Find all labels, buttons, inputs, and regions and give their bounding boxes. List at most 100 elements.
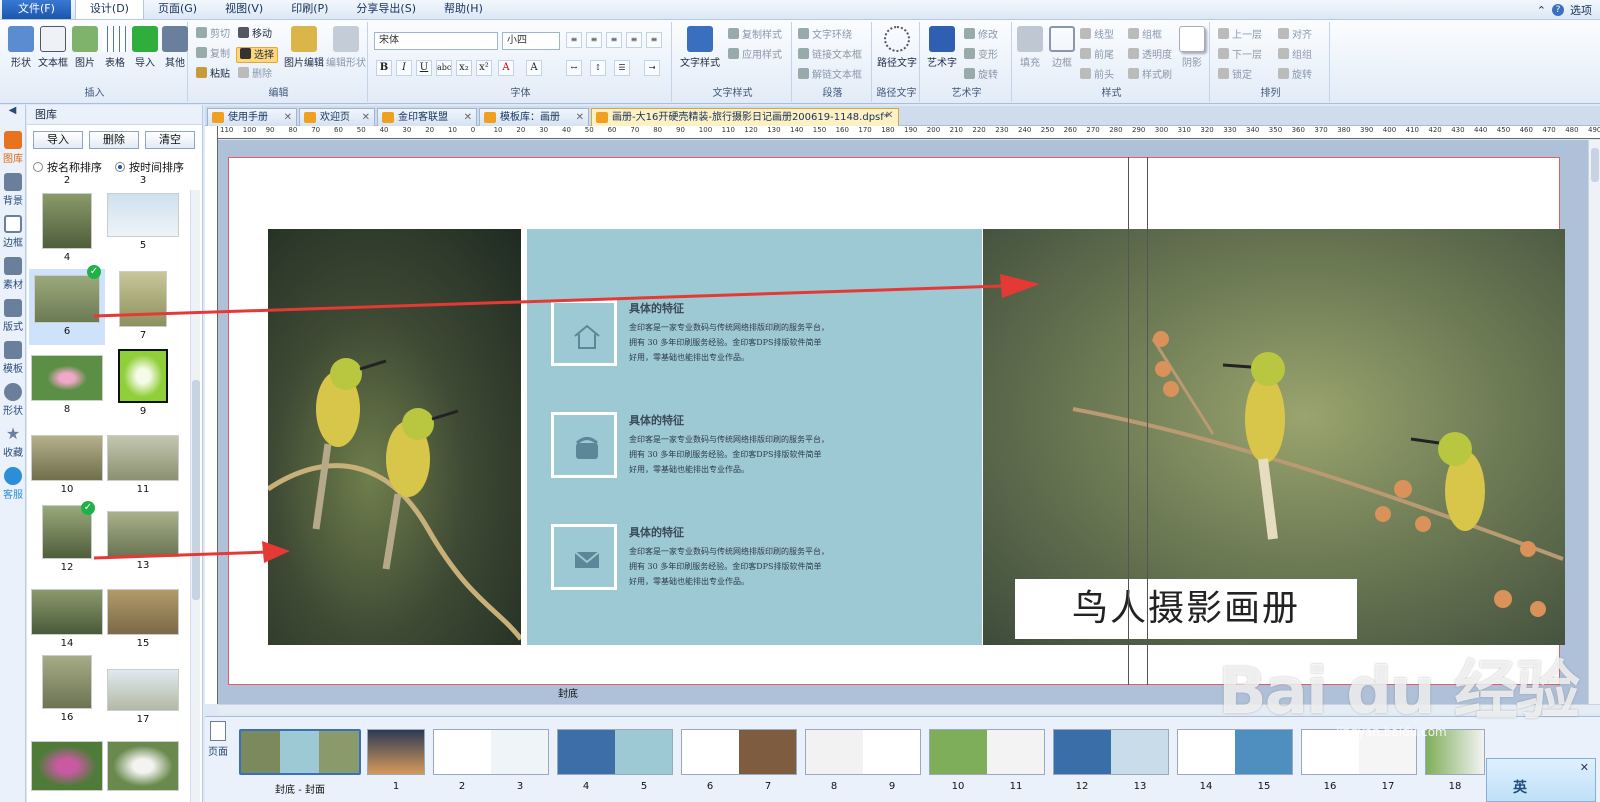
gallery-thumb[interactable]: 5 — [107, 193, 179, 251]
gallery-thumb[interactable] — [107, 741, 179, 794]
text-style-button[interactable]: 文字样式 — [680, 26, 720, 69]
table-button[interactable]: 表格 — [98, 26, 132, 69]
align-left-icon[interactable]: ≡ — [566, 32, 582, 48]
gallery-thumb-selected[interactable]: ✓ 6 — [29, 265, 105, 345]
close-icon[interactable]: ✕ — [1580, 761, 1589, 774]
bring-forward-button[interactable]: 上一层 — [1218, 28, 1262, 44]
pages-panel-tab[interactable]: 页面 — [205, 721, 231, 802]
list-icon[interactable]: ☰ — [614, 60, 630, 76]
canvas-scroll-thumb[interactable] — [1591, 148, 1599, 182]
collapse-panel-icon[interactable]: ◀ — [0, 105, 25, 129]
border-button[interactable]: 边框 — [1046, 26, 1078, 69]
collapse-icon[interactable]: ⌃ — [1537, 4, 1546, 17]
textbox-button[interactable]: 文本框 — [36, 26, 70, 69]
opacity-button[interactable]: 透明度 — [1128, 48, 1172, 64]
page-thumb[interactable] — [805, 729, 921, 775]
paste-button[interactable]: 粘贴 — [196, 67, 230, 83]
rail-material[interactable]: 素材 — [0, 255, 26, 297]
rail-layout[interactable]: 版式 — [0, 297, 26, 339]
gallery-thumb[interactable]: 14 — [31, 589, 103, 649]
bee-eaters-photo-left[interactable] — [266, 229, 523, 645]
arrow-head-button[interactable]: 前头 — [1080, 68, 1114, 84]
group-button[interactable]: 组组 — [1278, 48, 1312, 64]
page-thumb[interactable] — [433, 729, 549, 775]
menu-page[interactable]: 页面(G) — [144, 0, 211, 19]
gallery-thumb[interactable]: 11 — [107, 435, 179, 495]
apply-style-button[interactable]: 应用样式 — [728, 48, 782, 64]
italic-button[interactable]: I — [396, 60, 412, 76]
rotate-button[interactable]: 旋转 — [1278, 68, 1312, 84]
art-modify-button[interactable]: 修改 — [964, 28, 998, 44]
indent-icon[interactable]: ⇥ — [644, 60, 660, 76]
tab-welcome[interactable]: 欢迎页 ✕ — [299, 108, 375, 126]
distribute-icon[interactable]: ≡ — [646, 32, 662, 48]
gallery-import-button[interactable]: 导入 — [33, 131, 83, 149]
gallery-thumb[interactable]: 13 — [107, 511, 179, 571]
align-right-icon[interactable]: ≡ — [606, 32, 622, 48]
shape-edit-button[interactable]: 编辑形状 — [326, 26, 366, 69]
justify-icon[interactable]: ≡ — [626, 32, 642, 48]
line-spacing-icon[interactable]: ↕ — [590, 60, 606, 76]
menu-help[interactable]: 帮助(H) — [430, 0, 497, 19]
canvas-vertical-scrollbar[interactable] — [1588, 140, 1600, 704]
close-icon[interactable]: ✕ — [576, 109, 584, 126]
lock-button[interactable]: 锁定 — [1218, 68, 1252, 84]
image-edit-button[interactable]: 图片编辑 — [284, 26, 324, 69]
link-textbox-button[interactable]: 链接文本框 — [798, 48, 862, 64]
gallery-thumb[interactable]: ✓ 12 — [31, 501, 103, 573]
tab-alliance[interactable]: 金印客联盟 ✕ — [377, 108, 477, 126]
menu-file[interactable]: 文件(F) — [2, 0, 71, 19]
page-thumb[interactable] — [239, 729, 361, 775]
underline-button[interactable]: U — [416, 60, 432, 76]
menu-design[interactable]: 设计(D) — [74, 0, 144, 19]
unlink-textbox-button[interactable]: 解链文本框 — [798, 68, 862, 84]
art-rotate-button[interactable]: 旋转 — [964, 68, 998, 84]
gallery-delete-button[interactable]: 删除 — [89, 131, 139, 149]
rail-shape[interactable]: 形状 — [0, 381, 26, 423]
close-icon[interactable]: ✕ — [464, 109, 472, 126]
char-spacing-icon[interactable]: ↔ — [566, 60, 582, 76]
gallery-thumb[interactable]: 7 — [107, 271, 179, 341]
format-painter-button[interactable]: 样式刷 — [1128, 68, 1172, 84]
subscript-button[interactable]: x₂ — [456, 60, 472, 76]
gallery-thumb[interactable]: 4 — [31, 193, 103, 263]
other-button[interactable]: 其他 — [158, 26, 192, 69]
sort-by-time-radio[interactable]: 按时间排序 — [115, 159, 184, 175]
design-canvas[interactable]: 具体的特征 金印客是一家专业数码与传统网络排版印刷的服务平台，拥有 30 多年印刷… — [218, 140, 1588, 704]
align-center-icon[interactable]: ≡ — [586, 32, 602, 48]
help-icon[interactable]: ? — [1552, 4, 1564, 16]
copy-button[interactable]: 复制 — [196, 47, 230, 63]
menu-share[interactable]: 分享导出(S) — [342, 0, 430, 19]
gallery-scroll-thumb[interactable] — [192, 380, 200, 600]
strike-button[interactable]: abc — [436, 60, 452, 76]
image-button[interactable]: 图片 — [68, 26, 102, 69]
page-thumb[interactable] — [1177, 729, 1293, 775]
gallery-thumb[interactable]: 8 — [31, 355, 103, 415]
group-frame-button[interactable]: 组框 — [1128, 28, 1162, 44]
shadow-button[interactable]: 阴影 — [1176, 26, 1208, 69]
font-size-select[interactable]: 小四 — [502, 32, 560, 50]
spread-page[interactable]: 具体的特征 金印客是一家专业数码与传统网络排版印刷的服务平台，拥有 30 多年印刷… — [228, 157, 1565, 685]
page-thumb[interactable] — [1053, 729, 1169, 775]
options-menu[interactable]: 选项 — [1570, 2, 1592, 18]
sort-by-name-radio[interactable]: 按名称排序 — [33, 159, 102, 175]
gallery-thumb[interactable]: 15 — [107, 589, 179, 649]
line-type-button[interactable]: 线型 — [1080, 28, 1114, 44]
tab-active-document[interactable]: 画册-大16开硬壳精装-旅行摄影日记画册200619-1148.dpsf* — [591, 108, 899, 126]
select-button[interactable]: 选择 — [236, 47, 278, 63]
art-transform-button[interactable]: 变形 — [964, 48, 998, 64]
rail-background[interactable]: 背景 — [0, 171, 26, 213]
close-icon[interactable]: ✕ — [885, 110, 893, 121]
page-thumb[interactable] — [929, 729, 1045, 775]
close-icon[interactable]: ✕ — [362, 109, 370, 126]
font-family-select[interactable]: 宋体 — [374, 32, 498, 50]
gallery-thumb[interactable]: 16 — [31, 655, 103, 723]
feature-panel[interactable]: 具体的特征 金印客是一家专业数码与传统网络排版印刷的服务平台，拥有 30 多年印刷… — [527, 229, 982, 645]
art-text-button[interactable]: 艺术字 — [924, 26, 960, 69]
superscript-button[interactable]: x² — [476, 60, 492, 76]
font-grow-button[interactable]: A — [526, 60, 542, 76]
shape-button[interactable]: 形状 — [4, 26, 38, 69]
align-button[interactable]: 对齐 — [1278, 28, 1312, 44]
gallery-thumb[interactable]: 10 — [31, 435, 103, 495]
gallery-thumb[interactable]: 9 — [107, 349, 179, 417]
